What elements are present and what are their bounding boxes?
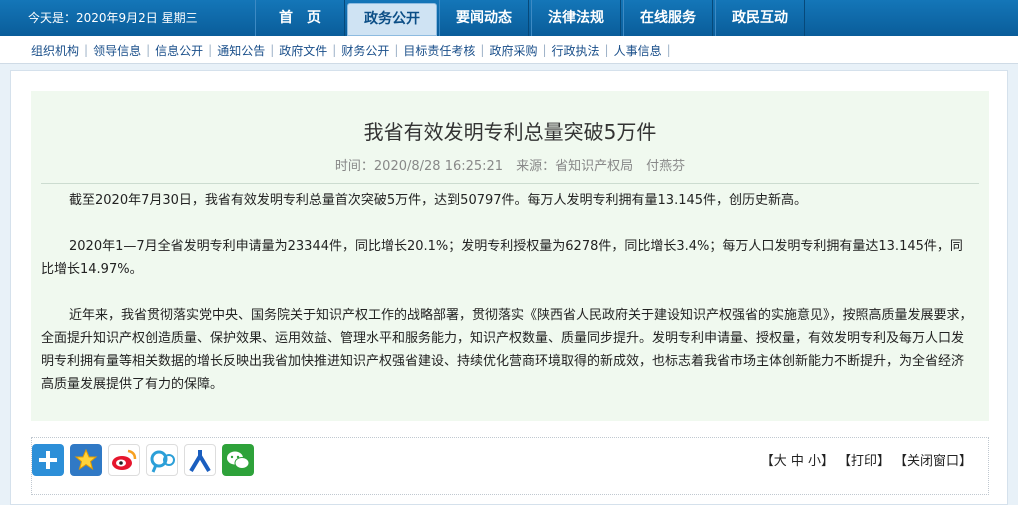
share-bar: 【大 中 小】 【打印】 【关闭窗口】 (31, 437, 989, 495)
divider (41, 183, 979, 184)
subnav-organization[interactable]: 组织机构 (26, 42, 84, 59)
nav-online-service[interactable]: 在线服务 (623, 0, 713, 36)
content-page: 我省有效发明专利总量突破5万件 时间：2020/8/28 16:25:21 来源… (10, 70, 1008, 505)
subnav-gov-documents[interactable]: 政府文件 (274, 42, 332, 59)
paragraph: 截至2020年7月30日，我省有效发明专利总量首次突破5万件，达到50797件。… (69, 193, 808, 208)
wechat-icon[interactable] (222, 444, 254, 476)
renren-icon[interactable] (184, 444, 216, 476)
tencent-weibo-icon[interactable] (146, 444, 178, 476)
article-meta: 时间：2020/8/28 16:25:21 来源：省知识产权局 付燕芬 (334, 159, 686, 174)
main-nav: 首 页 政务公开 要闻动态 法律法规 在线服务 政民互动 (255, 0, 807, 36)
nav-government-affairs[interactable]: 政务公开 (347, 3, 437, 36)
subnav-law-enforcement[interactable]: 行政执法 (547, 42, 605, 59)
current-date: 今天是：2020年9月2日 星期三 (28, 11, 198, 25)
nav-news[interactable]: 要闻动态 (439, 0, 529, 36)
subnav-target-assessment[interactable]: 目标责任考核 (398, 42, 480, 59)
nav-home[interactable]: 首 页 (255, 0, 345, 36)
nav-interaction[interactable]: 政民互动 (715, 0, 805, 36)
sub-nav: 组织机构 | 领导信息 | 信息公开 | 通知公告 | 政府文件 | 财务公开 | 目标责任… (0, 36, 1018, 64)
close-window-button[interactable]: 【关闭窗口】 (894, 450, 972, 469)
subnav-info-disclosure[interactable]: 信息公开 (150, 42, 208, 59)
plus-icon[interactable] (32, 444, 64, 476)
paragraph: 近年来，我省贯彻落实党中央、国务院关于知识产权工作的战略部署，贯彻落实《陕西省人… (41, 308, 973, 392)
article-title: 我省有效发明专利总量突破5万件 (363, 120, 657, 144)
paragraph: 2020年1—7月全省发明专利申请量为23344件，同比增长20.1%；发明专利… (41, 239, 963, 277)
nav-laws[interactable]: 法律法规 (531, 0, 621, 36)
subnav-leaders[interactable]: 领导信息 (88, 42, 146, 59)
favorite-icon[interactable] (70, 444, 102, 476)
print-button[interactable]: 【打印】 (838, 450, 890, 469)
article: 我省有效发明专利总量突破5万件 时间：2020/8/28 16:25:21 来源… (31, 91, 989, 421)
subnav-notices[interactable]: 通知公告 (212, 42, 270, 59)
font-size-control[interactable]: 【大 中 小】 (761, 450, 834, 469)
subnav-personnel[interactable]: 人事信息 (609, 42, 667, 59)
subnav-finance[interactable]: 财务公开 (336, 42, 394, 59)
weibo-icon[interactable] (108, 444, 140, 476)
top-bar: 今天是：2020年9月2日 星期三 首 页 政务公开 要闻动态 法律法规 在线服… (0, 0, 1018, 36)
article-body: 截至2020年7月30日，我省有效发明专利总量首次突破5万件，达到50797件。… (41, 189, 975, 419)
subnav-procurement[interactable]: 政府采购 (484, 42, 542, 59)
page-tools: 【大 中 小】 【打印】 【关闭窗口】 (761, 450, 972, 469)
